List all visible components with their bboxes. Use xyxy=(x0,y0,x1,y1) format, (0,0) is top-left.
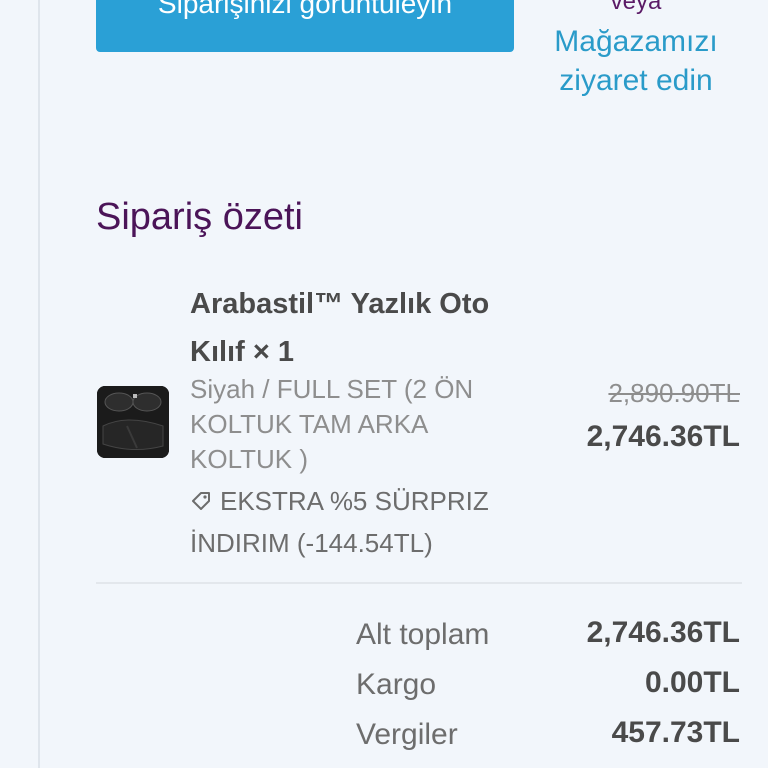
product-variant: Siyah / FULL SET (2 ÖN KOLTUK TAM ARKA K… xyxy=(190,374,474,474)
or-separator-text: veya xyxy=(610,0,662,15)
tag-icon xyxy=(190,482,212,510)
subtotal-label: Alt toplam xyxy=(356,618,490,651)
summary-divider xyxy=(96,582,742,584)
final-price: 2,746.36TL xyxy=(586,420,740,453)
left-border xyxy=(38,0,40,768)
order-summary-title: Sipariş özeti xyxy=(96,196,303,238)
product-thumbnail xyxy=(97,386,169,458)
subtotal-value: 2,746.36TL xyxy=(586,616,740,649)
view-order-button-label: Siparişinizi görüntüleyin xyxy=(157,0,453,19)
order-confirmation-page: Siparişinizi görüntüleyin veya Mağazamız… xyxy=(0,0,768,768)
discount-line: EKSTRA %5 SÜRPRIZ İNDIRIM (-144.54TL) xyxy=(190,480,520,564)
product-name: Arabastil™ Yazlık Oto Kılıf × 1 xyxy=(190,288,490,368)
visit-store-link[interactable]: Mağazamızı ziyaret edin xyxy=(536,22,736,100)
shipping-label: Kargo xyxy=(356,668,437,701)
taxes-value: 457.73TL xyxy=(611,716,740,749)
view-order-button[interactable]: Siparişinizi görüntüleyin xyxy=(96,0,514,52)
taxes-label: Vergiler xyxy=(356,718,458,751)
original-price: 2,890.90TL xyxy=(608,378,740,408)
shipping-value: 0.00TL xyxy=(644,666,740,699)
discount-text: EKSTRA %5 SÜRPRIZ İNDIRIM (-144.54TL) xyxy=(190,486,489,558)
